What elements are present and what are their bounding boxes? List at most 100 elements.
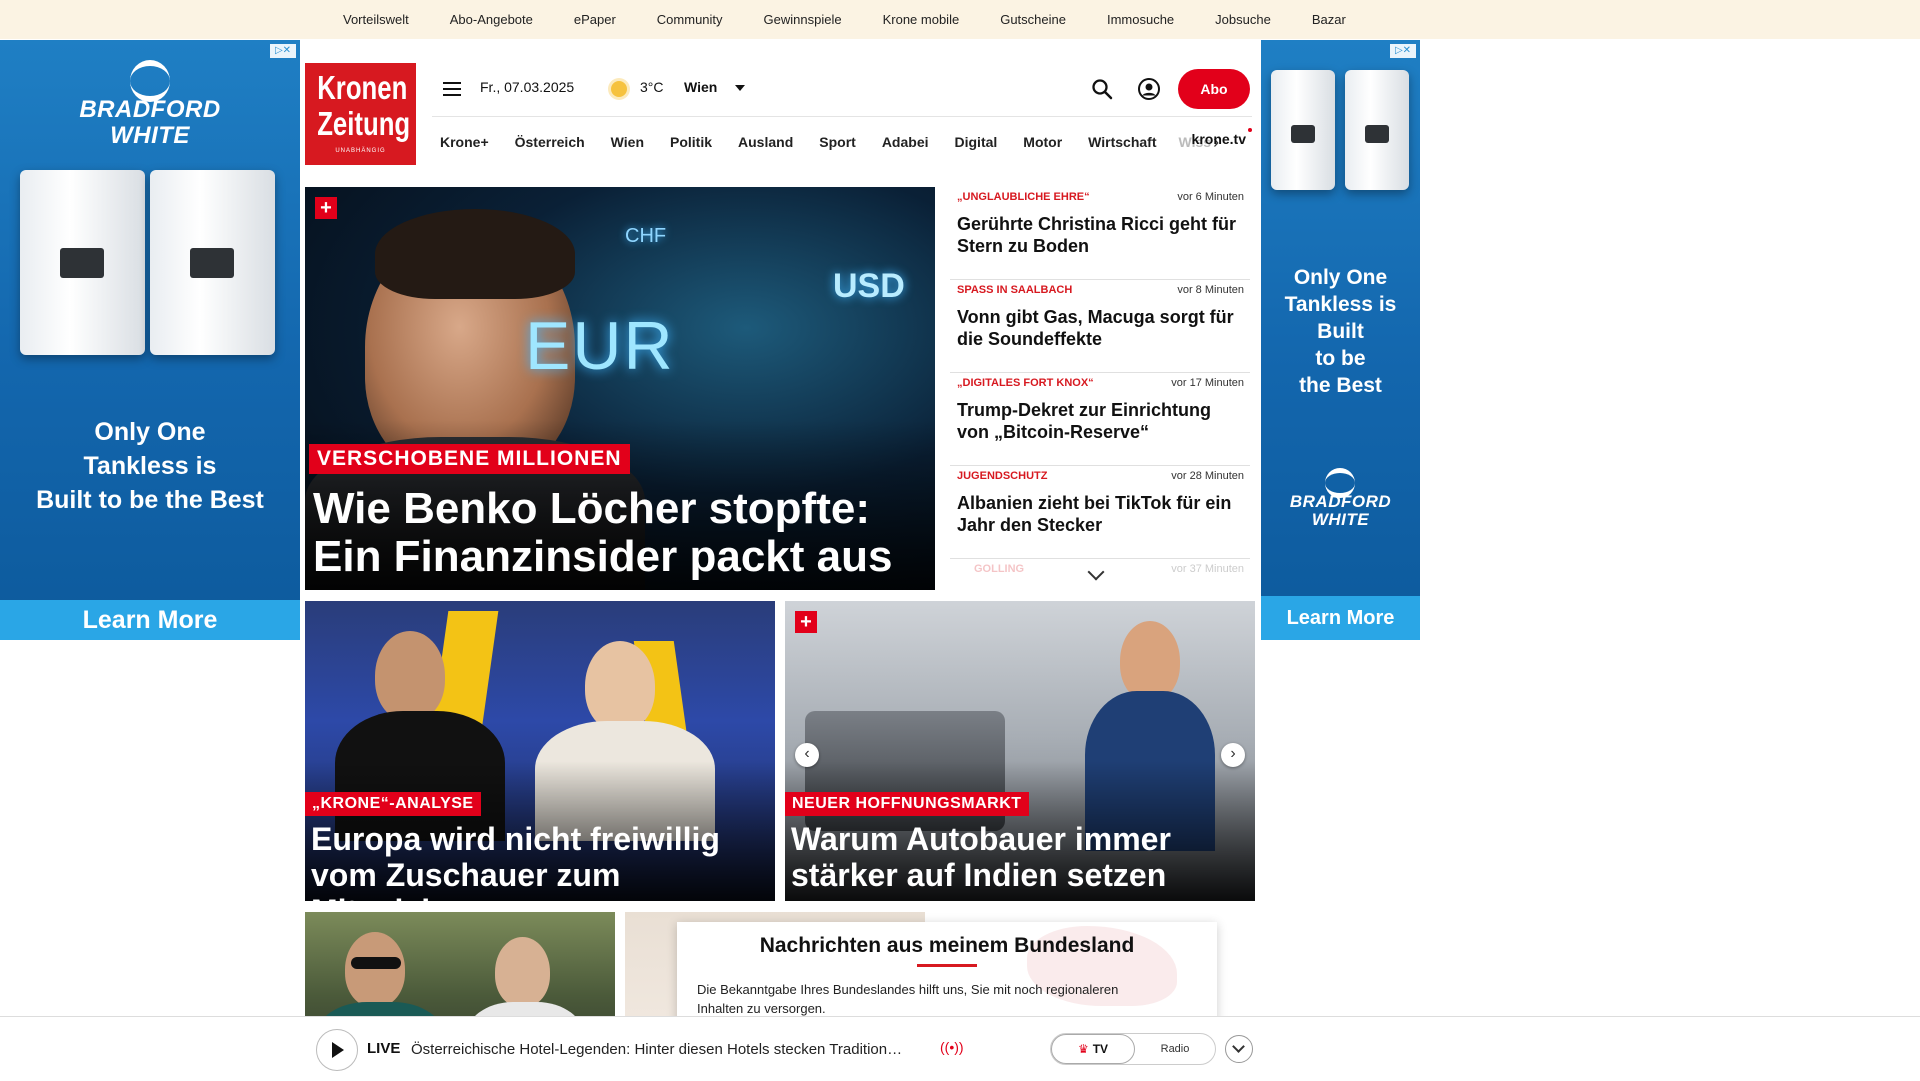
- list-item-kicker: JUGENDSCHUTZ: [957, 470, 1048, 482]
- utility-link-vorteilswelt[interactable]: Vorteilswelt: [343, 12, 409, 27]
- list-item-time: vor 17 Minuten: [1171, 377, 1244, 389]
- utility-link-krone-mobile[interactable]: Krone mobile: [883, 12, 960, 27]
- sunglasses-image: [351, 957, 401, 969]
- water-heater-image: [150, 170, 275, 355]
- bundesland-prompt-text: Die Bekanntgabe Ihres Bundeslandes hilft…: [697, 982, 1119, 1016]
- nav-item-wien[interactable]: Wien: [611, 134, 644, 150]
- ad-tagline-3: Built: [1317, 320, 1364, 343]
- nav-item-krone-tv[interactable]: krone.tv: [1192, 131, 1246, 147]
- nav-item-oesterreich[interactable]: Österreich: [515, 134, 585, 150]
- tv-label: TV: [1092, 1042, 1109, 1056]
- right-ad-banner[interactable]: ▷✕ Only One Tankless is Built to be the …: [1261, 40, 1420, 640]
- ad-tagline-2: Tankless is: [1284, 293, 1397, 316]
- ad-brand-line1: BRADFORD: [79, 96, 221, 123]
- list-item-time: vor 8 Minuten: [1177, 284, 1244, 296]
- nav-item-adabei[interactable]: Adabei: [882, 134, 929, 150]
- logo-tagline: UNABHÄNGIG: [335, 148, 386, 154]
- utility-link-community[interactable]: Community: [657, 12, 723, 27]
- adchoices-icon[interactable]: ▷✕: [270, 44, 296, 58]
- temperature: 3°C: [640, 79, 664, 95]
- list-item-title: Vonn gibt Gas, Macuga sorgt für die Soun…: [957, 307, 1234, 349]
- live-player-bar: LIVE Österreichische Hotel-Legenden: Hin…: [0, 1016, 1920, 1081]
- list-item-kicker: SPASS IN SAALBACH: [957, 284, 1073, 296]
- nav-item-ausland[interactable]: Ausland: [738, 134, 793, 150]
- ad-learn-more-button[interactable]: Learn More: [0, 600, 300, 640]
- card-title-line2: stärker auf Indien setzen: [791, 857, 1167, 893]
- ad-tagline-5: the Best: [1299, 374, 1382, 397]
- live-title[interactable]: Österreichische Hotel-Legenden: Hinter d…: [411, 1041, 902, 1058]
- utility-link-jobsuche[interactable]: Jobsuche: [1215, 12, 1271, 27]
- utility-link-gewinnspiele[interactable]: Gewinnspiele: [764, 12, 842, 27]
- utility-link-gutscheine[interactable]: Gutscheine: [1000, 12, 1066, 27]
- logo-line1: Kronen: [317, 69, 408, 106]
- utility-link-bazar[interactable]: Bazar: [1312, 12, 1346, 27]
- list-item[interactable]: „DIGITALES FORT KNOX“ vor 17 Minuten Tru…: [950, 373, 1250, 466]
- article-card[interactable]: + ‹ › NEUER HOFFNUNGSMARKT Warum Autobau…: [785, 601, 1255, 901]
- carousel-prev-button[interactable]: ‹: [795, 743, 819, 767]
- ad-tagline-1: Only One: [1293, 266, 1388, 289]
- city-selector[interactable]: Wien: [684, 79, 717, 95]
- kronen-zeitung-logo[interactable]: Kronen Zeitung UNABHÄNGIG: [305, 63, 416, 165]
- list-item-time: vor 28 Minuten: [1171, 470, 1244, 482]
- chevron-down-icon[interactable]: [735, 85, 745, 91]
- ad-tagline-4: to be: [1315, 347, 1366, 370]
- krone-plus-icon: +: [315, 197, 337, 219]
- expand-player-button[interactable]: [1225, 1035, 1253, 1063]
- nav-item-politik[interactable]: Politik: [670, 134, 712, 150]
- hero-portrait-hair: [375, 209, 575, 299]
- list-item-title: Trump-Dekret zur Einrichtung von „Bitcoi…: [957, 400, 1212, 442]
- ad-tagline-1: Only One: [94, 418, 206, 446]
- sun-icon: [611, 81, 627, 97]
- card-kicker: NEUER HOFFNUNGSMARKT: [785, 792, 1029, 816]
- card-kicker: „KRONE“-ANALYSE: [305, 792, 481, 816]
- card-title-line1: Warum Autobauer immer: [791, 821, 1171, 857]
- water-heater-image: [1345, 70, 1409, 190]
- image-text-chf: CHF: [625, 225, 667, 247]
- nav-item-sport[interactable]: Sport: [819, 134, 856, 150]
- tv-toggle-button[interactable]: ♛ TV: [1051, 1034, 1135, 1064]
- radio-toggle-button[interactable]: Radio: [1135, 1034, 1215, 1064]
- ad-brand-line2: WHITE: [110, 122, 190, 149]
- live-label: LIVE: [367, 1040, 401, 1057]
- nav-item-digital[interactable]: Digital: [955, 134, 998, 150]
- search-icon[interactable]: [1090, 77, 1114, 101]
- list-item[interactable]: SPASS IN SAALBACH vor 8 Minuten Vonn gib…: [950, 280, 1250, 373]
- left-ad-banner[interactable]: ▷✕ BRADFORD WHITE Only One Tankless is B…: [0, 40, 300, 640]
- utility-link-abo-angebote[interactable]: Abo-Angebote: [450, 12, 533, 27]
- list-item-time: vor 37 Minuten: [1171, 563, 1244, 575]
- water-heater-image: [1271, 70, 1335, 190]
- abo-button[interactable]: Abo: [1178, 69, 1250, 109]
- main-navigation: Krone+ Österreich Wien Politik Ausland S…: [432, 116, 1252, 167]
- menu-icon[interactable]: [443, 82, 461, 96]
- ad-tagline-3: Built to be the Best: [36, 486, 264, 514]
- utility-link-epaper[interactable]: ePaper: [574, 12, 616, 27]
- live-dot-icon: [1248, 128, 1252, 132]
- list-item[interactable]: JUGENDSCHUTZ vor 28 Minuten Albanien zie…: [950, 466, 1250, 559]
- list-item-kicker: „DIGITALES FORT KNOX“: [957, 377, 1094, 389]
- ad-tagline-2: Tankless is: [83, 452, 217, 480]
- nav-item-wirtschaft[interactable]: Wirtschaft: [1088, 134, 1156, 150]
- list-item-title: Gerührte Christina Ricci geht für Stern …: [957, 214, 1237, 256]
- list-item-kicker: „UNGLAUBLICHE EHRE“: [957, 191, 1090, 203]
- nav-item-motor[interactable]: Motor: [1023, 134, 1062, 150]
- broadcast-icon: ((•)): [940, 1039, 964, 1055]
- article-card[interactable]: „KRONE“-ANALYSE Europa wird nicht freiwi…: [305, 601, 775, 901]
- logo-line2: Zeitung: [317, 105, 411, 142]
- ad-brand-line1: BRADFORD: [1289, 492, 1392, 511]
- ad-learn-more-button[interactable]: Learn More: [1261, 596, 1420, 640]
- utility-link-immosuche[interactable]: Immosuche: [1107, 12, 1174, 27]
- list-item[interactable]: „UNGLAUBLICHE EHRE“ vor 6 Minuten Gerühr…: [950, 187, 1250, 280]
- play-button[interactable]: [316, 1029, 358, 1071]
- list-item-time: vor 6 Minuten: [1177, 191, 1244, 203]
- hero-article[interactable]: CHF EUR USD + VERSCHOBENE MILLIONEN Wie …: [305, 187, 935, 590]
- person-image: [375, 631, 445, 721]
- top-utility-bar: Vorteilswelt Abo-Angebote ePaper Communi…: [0, 0, 1920, 39]
- image-text-eur: EUR: [525, 308, 675, 384]
- tv-radio-toggle: ♛ TV Radio: [1050, 1033, 1216, 1065]
- account-icon[interactable]: [1137, 77, 1161, 101]
- adchoices-icon[interactable]: ▷✕: [1390, 44, 1416, 58]
- list-item-kicker: GOLLING: [974, 563, 1025, 575]
- carousel-next-button[interactable]: ›: [1221, 743, 1245, 767]
- card-title-line1: Europa wird nicht freiwillig: [311, 821, 720, 857]
- nav-item-krone-plus[interactable]: Krone+: [440, 134, 489, 150]
